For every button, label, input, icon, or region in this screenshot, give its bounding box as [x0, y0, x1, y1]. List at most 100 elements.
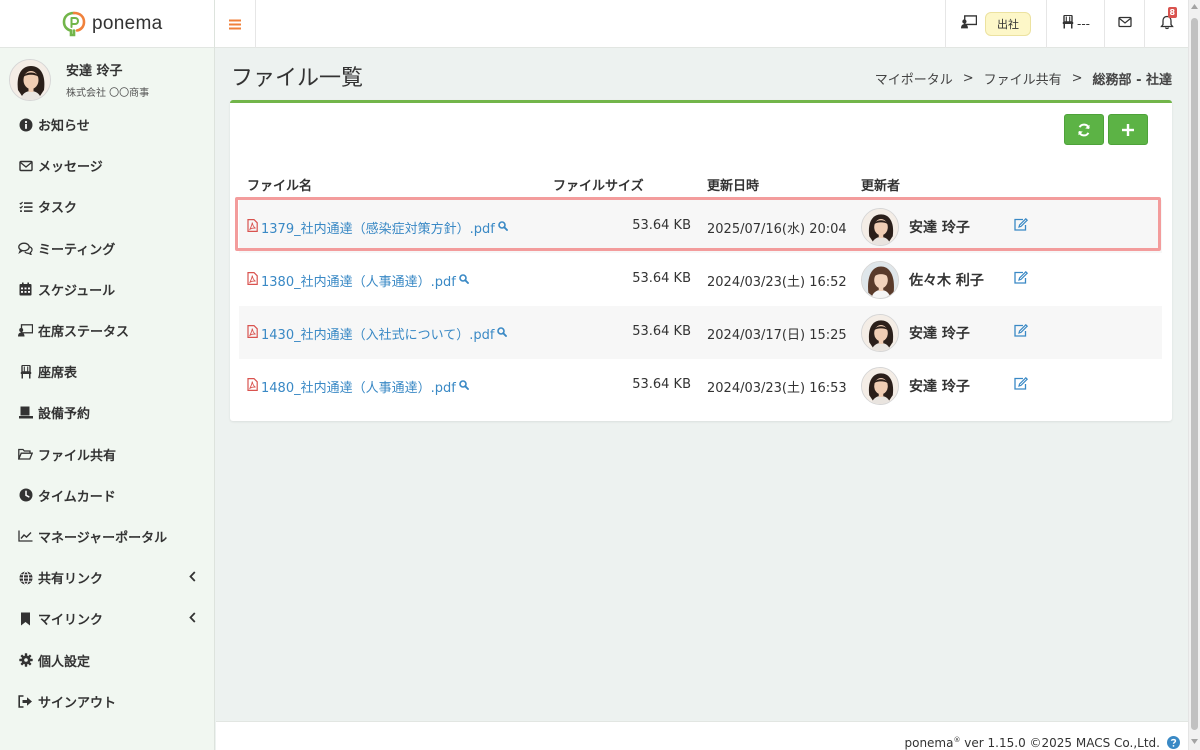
add-file-button[interactable]	[1108, 114, 1148, 145]
breadcrumb-separator: >	[962, 71, 974, 86]
sign-out-icon	[18, 694, 33, 709]
page-title: ファイル一覧	[231, 66, 364, 91]
messages-button[interactable]	[1104, 0, 1145, 48]
breadcrumb: マイポータル > ファイル共有 > 総務部 - 社達	[875, 69, 1172, 88]
logo[interactable]: ponema	[0, 0, 214, 48]
sidebar: ponema 安達 玲子 株式会社 〇〇商事 お知らせ メッセージ タスク ミー…	[0, 0, 215, 750]
calendar-icon	[18, 282, 33, 297]
file-link[interactable]: 1380_社内通達（人事通達）.pdf	[247, 271, 469, 290]
sidebar-item-messages[interactable]: メッセージ	[0, 145, 214, 186]
sidebar-item-label: タスク	[38, 201, 78, 217]
sidebar-item-notices[interactable]: お知らせ	[0, 104, 214, 145]
sidebar-item-file-share[interactable]: ファイル共有	[0, 434, 214, 475]
column-header-file-size[interactable]: ファイルサイズ	[553, 175, 644, 194]
help-icon[interactable]	[1167, 736, 1180, 750]
magnifier-icon[interactable]	[459, 273, 469, 288]
notification-count-badge: 8	[1167, 6, 1178, 18]
notifications-button[interactable]: 8	[1144, 0, 1188, 48]
scroll-up-arrow-icon[interactable]	[1191, 4, 1198, 9]
scroll-down-arrow-icon[interactable]	[1191, 739, 1198, 744]
facility-icon	[18, 405, 33, 420]
info-circle-icon	[18, 117, 33, 132]
sidebar-item-timecard[interactable]: タイムカード	[0, 475, 214, 516]
magnifier-icon[interactable]	[497, 326, 508, 341]
sidebar-item-label: サインアウト	[38, 695, 117, 711]
pdf-file-icon	[247, 219, 258, 236]
pdf-file-icon	[247, 272, 258, 289]
updater: 安達 玲子	[861, 367, 970, 405]
sidebar-item-manager-portal[interactable]: マネージャーポータル	[0, 516, 214, 557]
column-header-updated-by[interactable]: 更新者	[861, 175, 900, 194]
sidebar-item-presence[interactable]: 在席ステータス	[0, 310, 214, 351]
globe-icon	[18, 570, 33, 585]
edit-icon[interactable]	[1014, 270, 1029, 288]
file-name: 1480_社内通達（人事通達）.pdf	[261, 381, 456, 396]
app-name: ponema	[92, 12, 163, 34]
sidebar-item-schedule[interactable]: スケジュール	[0, 269, 214, 310]
avatar	[861, 261, 899, 299]
page-scrollbar[interactable]	[1188, 0, 1200, 750]
file-size: 53.64 KB	[632, 324, 691, 339]
sidebar-item-facility[interactable]: 設備予約	[0, 392, 214, 433]
sidebar-item-label: メッセージ	[38, 160, 103, 176]
edit-icon[interactable]	[1014, 323, 1029, 341]
sidebar-item-label: 在席ステータス	[38, 325, 130, 341]
attendance-status-button[interactable]: 出社	[945, 0, 1047, 48]
magnifier-icon[interactable]	[459, 379, 469, 394]
avatar	[861, 314, 899, 352]
file-size: 53.64 KB	[632, 218, 691, 233]
list-check-icon	[18, 199, 33, 214]
footer-version: ver 1.15.0 ©2025 MACS Co.,Ltd.	[960, 736, 1160, 750]
column-header-updated-at[interactable]: 更新日時	[707, 175, 759, 194]
sidebar-item-label: スケジュール	[38, 283, 116, 299]
edit-icon[interactable]	[1014, 376, 1029, 394]
magnifier-icon[interactable]	[498, 220, 508, 235]
sidebar-item-shared-links[interactable]: 共有リンク	[0, 557, 214, 598]
pdf-file-icon	[247, 325, 258, 342]
refresh-button[interactable]	[1064, 114, 1104, 145]
chevron-left-icon	[189, 612, 196, 627]
file-size: 53.64 KB	[632, 377, 691, 392]
file-link[interactable]: 1480_社内通達（人事通達）.pdf	[247, 377, 469, 396]
pdf-file-icon	[247, 378, 258, 395]
presence-icon	[18, 323, 33, 338]
file-link[interactable]: 1430_社内通達（入社式について）.pdf	[247, 324, 508, 343]
sidebar-item-signout[interactable]: サインアウト	[0, 681, 214, 722]
sidebar-item-my-links[interactable]: マイリンク	[0, 598, 214, 639]
footer-brand: ponema	[904, 736, 954, 750]
sidebar-item-label: 座席表	[38, 366, 78, 382]
seat-label: ---	[1077, 17, 1090, 31]
chart-line-icon	[18, 529, 33, 544]
bell-icon: 8	[1159, 6, 1178, 34]
user-profile[interactable]: 安達 玲子 株式会社 〇〇商事	[0, 48, 214, 103]
presence-icon	[961, 15, 978, 33]
chair-icon	[1062, 14, 1074, 33]
user-company: 株式会社 〇〇商事	[66, 88, 150, 99]
chevron-left-icon	[189, 571, 196, 586]
footer: ponema® ver 1.15.0 ©2025 MACS Co.,Ltd.	[216, 721, 1188, 750]
updated-at: 2025/07/16(水) 20:04	[707, 222, 847, 237]
updated-at: 2024/03/23(土) 16:52	[707, 275, 847, 290]
sidebar-item-settings[interactable]: 個人設定	[0, 639, 214, 680]
breadcrumb-item-file-share[interactable]: ファイル共有	[984, 69, 1062, 88]
sidebar-item-label: マネージャーポータル	[38, 530, 168, 546]
column-header-file-name[interactable]: ファイル名	[247, 175, 312, 194]
updater: 佐々木 利子	[861, 261, 984, 299]
sidebar-item-tasks[interactable]: タスク	[0, 186, 214, 227]
avatar	[9, 58, 51, 101]
scrollbar-thumb[interactable]	[1191, 18, 1198, 730]
updated-at: 2024/03/23(土) 16:53	[707, 381, 847, 396]
sidebar-item-meetings[interactable]: ミーティング	[0, 228, 214, 269]
edit-icon[interactable]	[1014, 217, 1029, 235]
avatar	[861, 367, 899, 405]
sidebar-item-label: 個人設定	[38, 654, 91, 670]
breadcrumb-item-portal[interactable]: マイポータル	[875, 69, 953, 88]
sidebar-item-seating[interactable]: 座席表	[0, 351, 214, 392]
table-row: 1380_社内通達（人事通達）.pdf 53.64 KB 2024/03/23(…	[239, 253, 1162, 306]
file-link[interactable]: 1379_社内通達（感染症対策方針）.pdf	[247, 218, 508, 237]
menu-toggle-button[interactable]	[215, 0, 256, 48]
seat-status-button[interactable]: ---	[1046, 0, 1105, 48]
file-list-card: ファイル名 ファイルサイズ 更新日時 更新者 1379_社内通達（感染症対策方針…	[230, 100, 1172, 421]
footer-copyright: ponema® ver 1.15.0 ©2025 MACS Co.,Ltd.	[904, 736, 1160, 750]
updater-name: 安達 玲子	[909, 326, 970, 342]
